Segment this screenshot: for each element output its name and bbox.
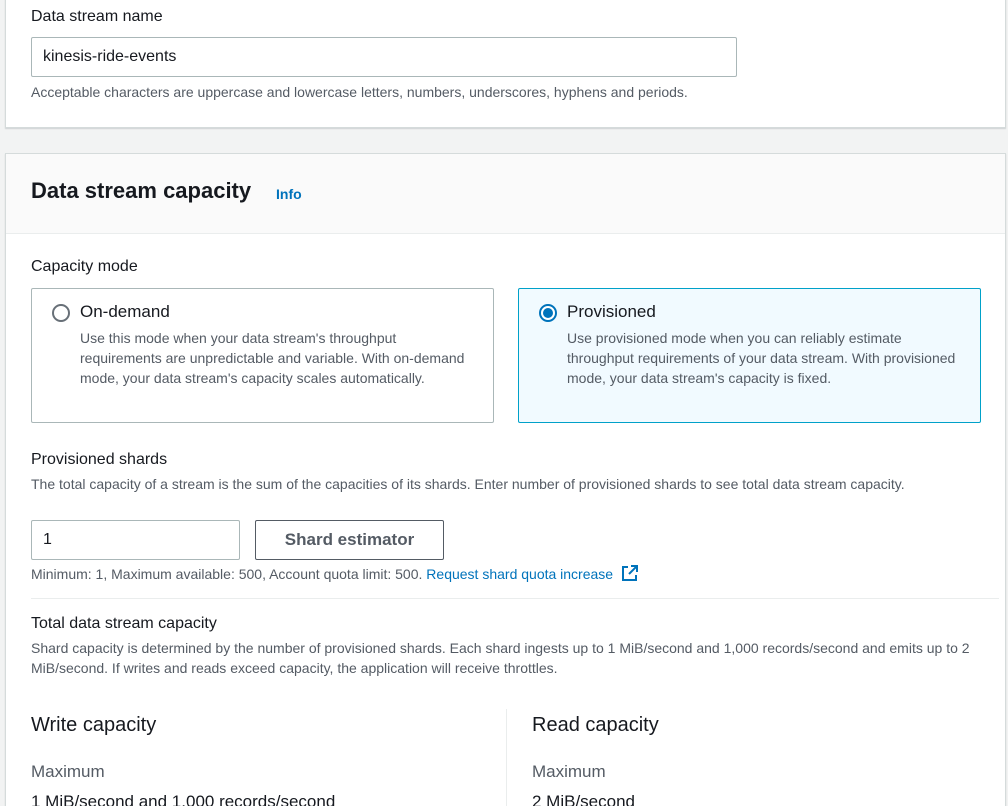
total-capacity-description: Shard capacity is determined by the numb… — [31, 640, 970, 676]
total-capacity-label: Total data stream capacity — [31, 615, 217, 632]
shards-limits: Minimum: 1, Maximum available: 500, Acco… — [31, 564, 639, 584]
stream-name-panel: Data stream name kinesis-ride-events Acc… — [5, 0, 1006, 128]
provisioned-title: Provisioned — [567, 302, 656, 321]
quota-increase-link[interactable]: Request shard quota increase — [426, 566, 613, 582]
radio-selected-icon[interactable] — [539, 304, 557, 322]
write-capacity-key: Maximum — [31, 762, 105, 781]
write-capacity-title: Write capacity — [31, 714, 157, 736]
write-capacity-value: 1 MiB/second and 1,000 records/second — [31, 792, 336, 806]
on-demand-option[interactable]: On-demand Use this mode when your data s… — [31, 288, 494, 423]
section-divider — [31, 598, 999, 599]
read-capacity-key: Maximum — [532, 762, 606, 781]
provisioned-description: Use provisioned mode when you can reliab… — [567, 330, 956, 386]
shards-limits-text: Minimum: 1, Maximum available: 500, Acco… — [31, 566, 423, 582]
stream-name-hint: Acceptable characters are uppercase and … — [31, 84, 688, 100]
read-capacity-value: 2 MiB/second — [532, 792, 635, 806]
read-capacity-title: Read capacity — [532, 714, 659, 736]
capacity-panel: Data stream capacity Info Capacity mode … — [5, 153, 1006, 806]
shard-estimator-button[interactable]: Shard estimator — [255, 520, 444, 560]
radio-unselected-icon[interactable] — [52, 304, 70, 322]
on-demand-title: On-demand — [80, 302, 170, 321]
capacity-title: Data stream capacity — [31, 178, 252, 203]
on-demand-description: Use this mode when your data stream's th… — [80, 330, 465, 386]
provisioned-option[interactable]: Provisioned Use provisioned mode when yo… — [518, 288, 981, 423]
stream-name-label: Data stream name — [31, 8, 163, 25]
shards-label: Provisioned shards — [31, 451, 168, 468]
capacity-mode-label: Capacity mode — [31, 258, 138, 275]
stream-name-input[interactable]: kinesis-ride-events — [31, 37, 737, 77]
capacity-header: Data stream capacity Info — [6, 154, 1005, 234]
shards-input[interactable]: 1 — [31, 520, 240, 560]
shards-description: The total capacity of a stream is the su… — [31, 476, 905, 492]
external-link-icon[interactable] — [621, 564, 639, 582]
column-divider — [506, 709, 507, 806]
info-link[interactable]: Info — [276, 186, 302, 202]
